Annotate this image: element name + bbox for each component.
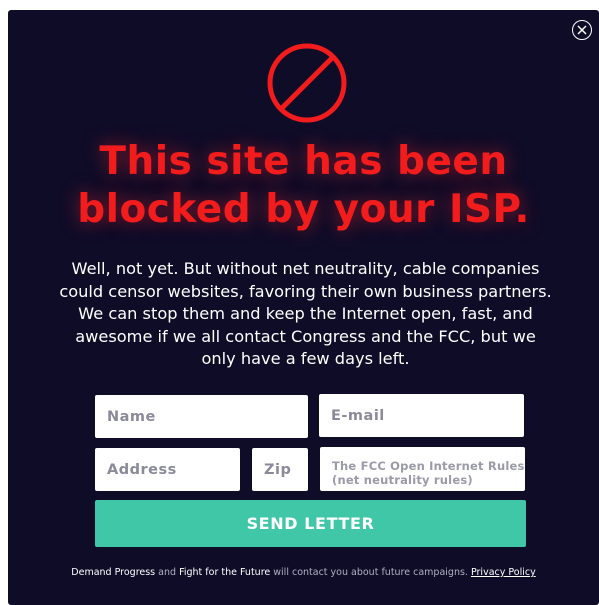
name-field[interactable]: Name — [95, 395, 308, 438]
prohibited-icon — [267, 43, 347, 123]
send-letter-label: SEND LETTER — [246, 514, 375, 533]
comment-placeholder: The FCC Open Internet Rules (net neutral… — [332, 459, 525, 487]
address-placeholder: Address — [107, 461, 177, 478]
send-letter-button[interactable]: SEND LETTER — [95, 500, 526, 547]
close-button[interactable] — [572, 20, 592, 40]
headline: This site has been blocked by your ISP. — [8, 138, 599, 234]
zip-placeholder: Zip — [264, 461, 292, 478]
email-placeholder: E-mail — [331, 407, 385, 424]
zip-field[interactable]: Zip — [252, 448, 308, 491]
privacy-policy-link[interactable]: Privacy Policy — [471, 567, 536, 578]
footer-text: will contact you about future campaigns. — [273, 567, 468, 578]
footer-org-demand-progress: Demand Progress — [71, 567, 156, 578]
headline-line-2: blocked by your ISP. — [77, 187, 530, 232]
footer-org-fight-for-the-future: Fight for the Future — [179, 567, 271, 578]
footer-disclaimer: Demand Progress and Fight for the Future… — [8, 567, 599, 578]
email-field[interactable]: E-mail — [319, 394, 524, 437]
name-placeholder: Name — [107, 408, 156, 425]
close-icon — [577, 25, 587, 35]
footer-and: and — [158, 567, 177, 578]
headline-line-1: This site has been — [99, 139, 508, 184]
description-text: Well, not yet. But without net neutralit… — [59, 259, 552, 368]
address-field[interactable]: Address — [95, 448, 240, 491]
comment-field[interactable]: The FCC Open Internet Rules (net neutral… — [320, 447, 525, 491]
net-neutrality-modal: This site has been blocked by your ISP. … — [8, 10, 599, 605]
